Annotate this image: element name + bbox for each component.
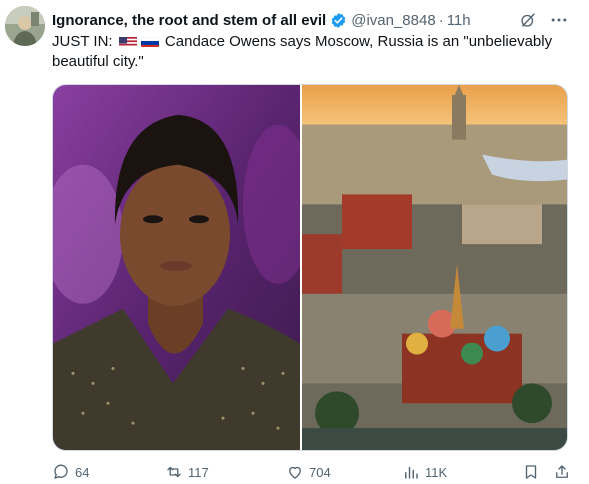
- more-options-icon[interactable]: [549, 10, 569, 30]
- grok-icon[interactable]: [519, 11, 537, 29]
- like-button[interactable]: 704: [286, 463, 331, 481]
- repost-count: 117: [188, 464, 209, 480]
- tweet-header: Ignorance, the root and stem of all evil…: [52, 8, 569, 32]
- views-count: 11K: [425, 464, 448, 480]
- media-grid: [52, 84, 568, 451]
- moscow-illustration: [302, 85, 567, 450]
- repost-button[interactable]: 117: [165, 463, 209, 481]
- us-flag-icon: [118, 35, 137, 47]
- separator-dot: ·: [438, 11, 444, 29]
- moscow-aerial-photo[interactable]: [302, 85, 567, 450]
- heart-icon: [289, 466, 301, 479]
- reply-button[interactable]: 64: [52, 463, 89, 481]
- views-button[interactable]: 11K: [402, 463, 447, 481]
- views-icon: [405, 466, 418, 479]
- tweet[interactable]: Ignorance, the root and stem of all evil…: [0, 0, 589, 484]
- share-icon: [556, 465, 568, 478]
- tweet-prefix: JUST IN:: [52, 33, 113, 50]
- reply-count: 64: [75, 464, 90, 480]
- russia-flag-icon: [140, 35, 159, 47]
- reply-icon: [54, 464, 68, 479]
- display-name[interactable]: Ignorance, the root and stem of all evil: [52, 12, 326, 29]
- header-actions: [519, 8, 569, 32]
- repost-icon: [167, 466, 181, 478]
- bookmark-button[interactable]: [522, 463, 540, 481]
- share-button[interactable]: [553, 463, 571, 481]
- timestamp[interactable]: 11h: [447, 12, 471, 29]
- handle[interactable]: @ivan_8848: [351, 12, 435, 29]
- verified-badge-icon: [331, 12, 346, 28]
- bookmark-icon: [525, 465, 537, 479]
- portrait-illustration: [53, 85, 300, 450]
- like-count: 704: [309, 464, 331, 480]
- portrait-photo[interactable]: [53, 85, 300, 450]
- tweet-text: JUST IN: Candace Owens says Moscow, Russ…: [52, 32, 567, 72]
- tweet-actions: 64 117 704 11K: [52, 463, 572, 484]
- avatar[interactable]: [5, 6, 45, 46]
